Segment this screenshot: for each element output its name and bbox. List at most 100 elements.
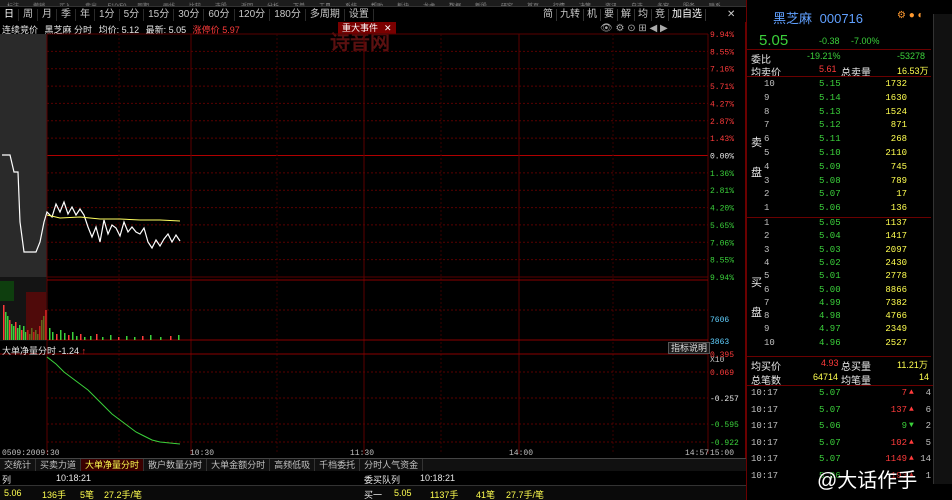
level-price: 5.11 (819, 134, 841, 145)
toolbar-item[interactable]: 卖出 (78, 4, 104, 6)
price-pct: -7.00% (851, 36, 880, 46)
bottom-tab[interactable]: 千档委托 (315, 459, 361, 471)
level-price: 5.10 (819, 148, 841, 158)
bottom-tab[interactable]: 散户数量分时 (144, 459, 208, 471)
buy-level-row[interactable]: 8 4.98 4766 (747, 311, 931, 324)
toolbar-item[interactable]: 决策 (572, 4, 598, 6)
toolbar-item[interactable]: 买入 (52, 4, 78, 6)
buy-level-row[interactable]: 7 4.99 7382 (747, 298, 931, 311)
toolbar-item[interactable]: 帮助 (364, 4, 390, 6)
volume-bar (68, 335, 70, 340)
bottom-tab[interactable]: 买卖力道 (36, 459, 82, 471)
period-tab[interactable]: 周 (19, 9, 38, 21)
period-tab[interactable]: 多周期 (306, 9, 345, 21)
period-tab[interactable]: 60分 (204, 9, 235, 21)
toolbar-item[interactable]: 工具 (312, 4, 338, 6)
toolbar-item[interactable]: 选股 (208, 4, 234, 6)
right-tab[interactable]: 机 (584, 9, 601, 21)
toolbar-item[interactable]: 周期 (130, 4, 156, 6)
panel-scroll-strip[interactable] (933, 14, 952, 484)
price-axis-label: 1.36% (710, 170, 734, 179)
toolbar-item[interactable]: 行情 (546, 4, 572, 6)
toolbar-item[interactable]: 新股 (468, 4, 494, 6)
sell-level-row[interactable]: 3 5.08 789 (747, 176, 931, 189)
period-tab[interactable]: 15分 (144, 9, 175, 21)
right-tab[interactable]: 均 (635, 9, 652, 21)
toolbar-item[interactable]: 研究 (494, 4, 520, 6)
period-tab[interactable]: 日 (0, 9, 19, 21)
toolbar-item[interactable]: 画线 (156, 4, 182, 6)
toolbar-item[interactable]: 服务 (676, 4, 702, 6)
volume-bar (49, 328, 51, 340)
volume-bar (15, 322, 17, 340)
period-tab[interactable]: 月 (38, 9, 57, 21)
toolbar-item[interactable]: 联系 (702, 4, 728, 6)
level-volume: 136 (890, 203, 907, 214)
level-price: 5.15 (819, 79, 841, 89)
bottom-tab[interactable]: 高频低吸 (270, 459, 316, 471)
time-axis-label: 14:00 (509, 449, 533, 458)
period-tab[interactable]: 1分 (95, 9, 120, 21)
sell-level-row[interactable]: 9 5.14 1630 (747, 93, 931, 106)
right-tab[interactable]: 竞 (652, 9, 669, 21)
period-tab[interactable]: 30分 (174, 9, 205, 21)
buy-level-row[interactable]: 5 5.01 2778 (747, 271, 931, 284)
indicator-help-button[interactable]: 指标说明 (668, 342, 710, 354)
toolbar-item[interactable]: 数据 (442, 4, 468, 6)
toolbar-item[interactable]: 资讯 (598, 4, 624, 6)
period-tab[interactable]: 年 (76, 9, 95, 21)
toolbar-item[interactable]: 标注 (0, 4, 26, 6)
time-axis-label: 15:00 (710, 449, 734, 458)
level-num: 4 (764, 257, 770, 268)
sell-level-row[interactable]: 8 5.13 1524 (747, 107, 931, 120)
toolbar-item[interactable]: 多窗 (650, 4, 676, 6)
sell-level-row[interactable]: 5 5.10 2110 (747, 148, 931, 161)
period-tab[interactable]: 设置 (345, 9, 374, 21)
volume-bar (142, 336, 144, 340)
toolbar-item[interactable]: 下单 (286, 4, 312, 6)
sell-level-row[interactable]: 2 5.07 17 (747, 189, 931, 202)
close-icon[interactable]: ✕ (727, 10, 737, 20)
buy-level-row[interactable]: 9 4.97 2349 (747, 324, 931, 337)
buy-level-row[interactable]: 4 5.02 2430 (747, 258, 931, 271)
period-tab[interactable]: 180分 (270, 9, 306, 21)
buy-level-row[interactable]: 10 4.96 2527 (747, 338, 931, 351)
toolbar-item[interactable]: 首页 (520, 4, 546, 6)
period-tab[interactable]: 5分 (120, 9, 145, 21)
sell-level-row[interactable]: 10 5.15 1732 (747, 79, 931, 92)
panel-icons[interactable]: ⚙ ● ◐ (897, 10, 924, 21)
buy-level-row[interactable]: 2 5.04 1417 (747, 231, 931, 244)
sell-level-row[interactable]: 6 5.11 268 (747, 134, 931, 147)
right-tab[interactable]: 要 (601, 9, 618, 21)
right-tab[interactable]: 九转 (557, 9, 584, 21)
buy-level-row[interactable]: 6 5.00 8866 (747, 285, 931, 298)
price-axis-label: 9.94% (710, 31, 734, 40)
toolbar-item[interactable]: 撤销 (26, 4, 52, 6)
level-num: 7 (764, 120, 770, 131)
toolbar-item[interactable]: 系统 (338, 4, 364, 6)
volume-bar (5, 312, 7, 340)
toolbar-item[interactable]: 板块 (390, 4, 416, 6)
toolbar-item[interactable]: 比较 (182, 4, 208, 6)
bottom-tab[interactable]: 分时人气资金 (360, 459, 424, 471)
level-volume: 2430 (885, 257, 907, 268)
bottom-tab[interactable]: 大单净量分时 (81, 459, 145, 471)
toolbar-item[interactable]: F10/F9 (104, 4, 130, 6)
right-tab[interactable]: 加自选 (669, 9, 706, 21)
bottom-tab[interactable]: 大单金额分时 (207, 459, 271, 471)
sell-level-row[interactable]: 4 5.09 745 (747, 162, 931, 175)
buy-level-row[interactable]: 1 5.05 1137 (747, 218, 931, 231)
period-tab[interactable]: 120分 (235, 9, 271, 21)
toolbar-item[interactable]: 龙虎 (416, 4, 442, 6)
toolbar-item[interactable]: 返回 (234, 4, 260, 6)
right-tab[interactable]: 简 (540, 9, 557, 21)
period-tab[interactable]: 季 (57, 9, 76, 21)
bottom-tab[interactable]: 交统计 (0, 459, 37, 471)
sell-level-row[interactable]: 7 5.12 871 (747, 120, 931, 133)
right-tab[interactable]: 解 (618, 9, 635, 21)
sell-level-row[interactable]: 1 5.06 136 (747, 203, 931, 216)
buy-level-row[interactable]: 3 5.03 2097 (747, 245, 931, 258)
tick-price: 5.06 (819, 421, 841, 431)
toolbar-item[interactable]: 自选 (624, 4, 650, 6)
toolbar-item[interactable]: 分析 (260, 4, 286, 6)
